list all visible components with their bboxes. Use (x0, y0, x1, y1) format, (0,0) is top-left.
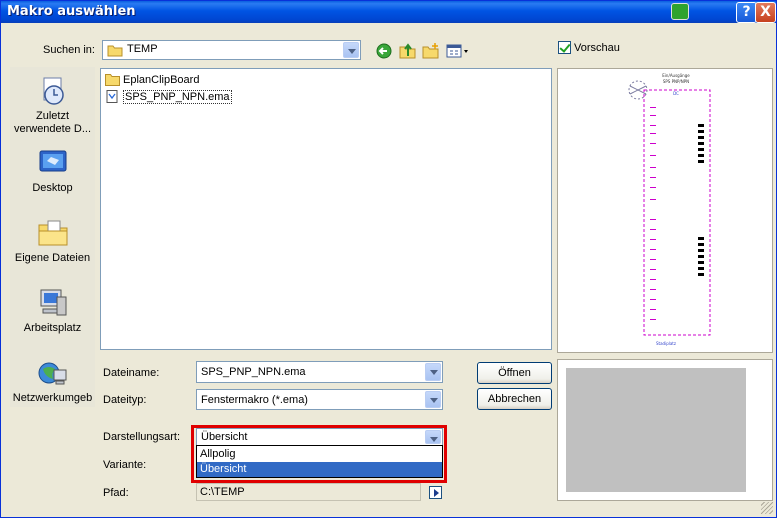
back-icon[interactable] (376, 43, 394, 61)
macro-file-icon (106, 90, 118, 103)
desktop-icon (39, 150, 66, 172)
macro-select-dialog: Makro auswählen ? X Suchen in: TEMP Vors… (0, 0, 777, 518)
svg-text:DC: DC (673, 91, 679, 96)
my-computer-icon (40, 289, 66, 316)
filetype-label: Dateityp: (103, 394, 147, 406)
filename-dropdown-arrow[interactable] (425, 363, 441, 381)
list-item[interactable]: EplanClipBoard (105, 72, 199, 88)
title-bar: Makro auswählen ? X (1, 1, 776, 23)
filename-label: Dateiname: (103, 367, 160, 379)
cancel-button[interactable]: Abbrechen (477, 388, 552, 410)
path-value: C:\TEMP (200, 486, 245, 498)
network-icon (38, 362, 66, 385)
path-label: Pfad: (103, 487, 129, 499)
preview-schematic: Ein/Ausgänge SPS PNP/NPN DC Stadiplatz (628, 73, 711, 346)
display-type-label: Darstellungsart: (103, 431, 181, 443)
svg-text:Ein/Ausgänge: Ein/Ausgänge (662, 73, 690, 78)
file-list[interactable]: EplanClipBoard SPS_PNP_NPN.ema (100, 68, 552, 350)
highlight-callout (191, 425, 447, 483)
print-icon[interactable] (671, 3, 689, 20)
filename-value: SPS_PNP_NPN.ema (201, 366, 306, 378)
location-combo[interactable]: TEMP (102, 40, 361, 60)
variant-label: Variante: (103, 459, 147, 471)
recent-documents-icon (43, 77, 64, 105)
filetype-dropdown-arrow[interactable] (425, 391, 441, 408)
place-recent[interactable]: Zuletzt verwendete D... (10, 75, 95, 136)
path-browse-button[interactable] (429, 486, 442, 499)
preview-checkbox[interactable] (558, 41, 571, 54)
filename-input[interactable]: SPS_PNP_NPN.ema (196, 361, 443, 383)
close-button[interactable]: X (755, 2, 776, 23)
filetype-value: Fenstermakro (*.ema) (201, 394, 308, 406)
path-field: C:\TEMP (196, 483, 421, 501)
filetype-select[interactable]: Fenstermakro (*.ema) (196, 389, 443, 410)
secondary-preview (557, 359, 773, 501)
list-item[interactable]: SPS_PNP_NPN.ema (105, 89, 232, 105)
preview-label: Vorschau (574, 42, 620, 54)
view-menu-icon[interactable] (446, 42, 470, 60)
place-recent-label: Zuletzt verwendete D... (13, 110, 92, 135)
resize-grip[interactable] (761, 502, 773, 514)
preview-caption: Stadiplatz (656, 341, 676, 346)
place-my-computer[interactable]: Arbeitsplatz (10, 287, 95, 335)
my-documents-icon (38, 220, 67, 246)
place-network-label: Netzwerkumgeb (12, 392, 93, 404)
new-folder-icon[interactable] (422, 42, 440, 60)
place-my-documents-label: Eigene Dateien (14, 252, 91, 264)
svg-text:SPS PNP/NPN: SPS PNP/NPN (663, 79, 689, 84)
place-my-documents[interactable]: Eigene Dateien (10, 217, 95, 265)
up-folder-icon[interactable] (399, 42, 417, 60)
macro-preview: Ein/Ausgänge SPS PNP/NPN DC Stadiplatz (557, 68, 773, 353)
place-network[interactable]: Netzwerkumgeb (10, 357, 95, 405)
search-in-label: Suchen in: (43, 44, 95, 56)
location-dropdown-arrow[interactable] (343, 42, 359, 58)
place-my-computer-label: Arbeitsplatz (23, 322, 82, 334)
help-button[interactable]: ? (736, 2, 757, 23)
window-title: Makro auswählen (7, 4, 136, 19)
secondary-preview-area (566, 368, 746, 492)
location-value: TEMP (127, 43, 158, 55)
places-bar: Zuletzt verwendete D... Desktop Eigene D… (10, 67, 95, 407)
place-desktop-label: Desktop (32, 182, 73, 194)
file-name: SPS_PNP_NPN.ema (123, 90, 232, 104)
folder-icon (107, 45, 123, 57)
file-name: EplanClipBoard (123, 74, 200, 86)
open-button[interactable]: Öffnen (477, 362, 552, 384)
place-desktop[interactable]: Desktop (10, 147, 95, 195)
folder-icon (105, 74, 120, 86)
